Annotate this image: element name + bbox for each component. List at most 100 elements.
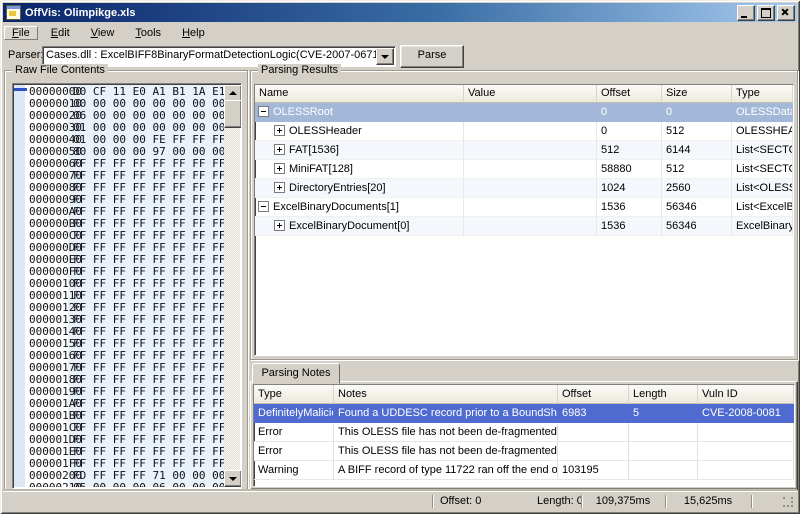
column-header-type[interactable]: Type [732,85,793,103]
node-value [464,103,597,122]
node-offset: 58880 [597,160,662,179]
parser-selected-value: Cases.dll : ExcelBIFF8BinaryFormatDetect… [46,49,377,61]
expander-icon[interactable] [258,106,269,117]
window-title: OffVis: Olimpikge.xls [25,7,135,19]
expander-icon[interactable] [274,182,285,193]
node-name: MiniFAT[128] [289,163,353,175]
expander-icon[interactable] [258,201,269,212]
expander-icon[interactable] [274,125,285,136]
status-bar: Offset: 0 Length: 0 109,375ms 15,625ms [3,491,797,511]
column-header-length[interactable]: Length [629,385,698,404]
node-value [464,160,597,179]
column-header-notes[interactable]: Notes [334,385,558,404]
expander-icon[interactable] [274,220,285,231]
results-row[interactable]: MiniFAT[128] 58880 512 List<SECTO... [255,160,793,179]
note-length: 5 [629,404,698,423]
note-text: This OLESS file has not been de-fragment… [334,423,558,442]
column-header-offset[interactable]: Offset [558,385,629,404]
results-row[interactable]: OLESSHeader 0 512 OLESSHEA... [255,122,793,141]
node-value [464,141,597,160]
menu-view[interactable]: View [83,26,123,40]
hex-viewer[interactable]: 00000000 D0 CF 11 E0 A1 B1 1A E1 0000001… [12,83,242,489]
menu-file[interactable]: File [4,26,38,40]
results-row[interactable]: ExcelBinaryDocuments[1] 1536 56346 List<… [255,198,793,217]
scrollbar-thumb[interactable] [224,100,242,128]
node-offset: 1024 [597,179,662,198]
hex-dump[interactable]: 00000000 D0 CF 11 E0 A1 B1 1A E1 0000001… [14,86,224,487]
node-offset: 0 [597,122,662,141]
node-value [464,217,597,236]
note-text: Found a UDDESC record prior to a BoundSh… [334,404,558,423]
results-row[interactable]: ExcelBinaryDocument[0] 1536 56346 ExcelB… [255,217,793,236]
column-header-name[interactable]: Name [255,85,464,103]
menu-edit[interactable]: Edit [43,26,78,40]
node-name: FAT[1536] [289,144,339,156]
node-value [464,179,597,198]
note-offset [558,442,629,461]
app-icon[interactable] [6,5,21,20]
status-offset: Offset: 0 [440,495,481,508]
note-type: DefinitelyMalicious [254,404,334,423]
column-header-offset[interactable]: Offset [597,85,662,103]
results-header-row: Name Value Offset Size Type [255,85,793,103]
results-row[interactable]: OLESSRoot 0 0 OLESSData... [255,103,793,122]
hex-scrollbar[interactable] [224,85,240,487]
maximize-icon [761,8,771,18]
node-size: 56346 [662,217,732,236]
node-offset: 0 [597,103,662,122]
parser-dropdown-button[interactable] [376,48,394,65]
node-type: List<SECTO... [732,160,793,179]
resize-grip[interactable] [783,497,795,509]
menu-help[interactable]: Help [174,26,213,40]
expander-icon[interactable] [274,144,285,155]
title-bar[interactable]: OffVis: Olimpikge.xls [3,3,797,22]
note-length [629,423,698,442]
note-type: Error [254,423,334,442]
node-size: 512 [662,122,732,141]
node-type: OLESSData... [732,103,793,122]
node-offset: 512 [597,141,662,160]
note-vuln-id [698,423,794,442]
expander-icon[interactable] [274,163,285,174]
scroll-down-button[interactable] [224,470,242,487]
hex-bytes: 05 00 00 00 06 00 00 00 [73,482,224,487]
note-row[interactable]: DefinitelyMalicious Found a UDDESC recor… [254,404,794,423]
node-name: OLESSHeader [289,125,362,137]
note-row[interactable]: Warning A BIFF record of type 11722 ran … [254,461,794,480]
status-render-time: 15,625ms [665,495,751,508]
node-size: 0 [662,103,732,122]
note-vuln-id [698,442,794,461]
column-header-vuln-id[interactable]: Vuln ID [698,385,794,404]
node-name: ExcelBinaryDocuments[1] [273,201,399,213]
note-row[interactable]: Error This OLESS file has not been de-fr… [254,423,794,442]
close-button[interactable] [777,5,795,21]
raw-file-contents-title: Raw File Contents [12,64,108,76]
status-parse-time: 109,375ms [581,495,665,508]
note-vuln-id [698,461,794,480]
node-type: List<OLESS... [732,179,793,198]
node-size: 6144 [662,141,732,160]
minimize-icon [741,16,747,18]
parse-button[interactable]: Parse [400,45,464,68]
parsing-results-title: Parsing Results [258,64,341,76]
node-name: OLESSRoot [273,106,333,118]
arrow-up-icon [229,91,237,95]
node-offset: 1536 [597,217,662,236]
tab-parsing-notes[interactable]: Parsing Notes [252,363,340,384]
menu-tools[interactable]: Tools [127,26,169,40]
results-row[interactable]: FAT[1536] 512 6144 List<SECTO... [255,141,793,160]
node-name: DirectoryEntries[20] [289,182,386,194]
hex-row[interactable]: 00000210 05 00 00 00 06 00 00 00 [14,482,224,487]
maximize-button[interactable] [757,5,775,21]
menu-bar: File Edit View Tools Help [4,24,796,42]
minimize-button[interactable] [737,5,755,21]
note-row[interactable]: Error This OLESS file has not been de-fr… [254,442,794,461]
column-header-value[interactable]: Value [464,85,597,103]
column-header-type[interactable]: Type [254,385,334,404]
results-row[interactable]: DirectoryEntries[20] 1024 2560 List<OLES… [255,179,793,198]
node-type: OLESSHEA... [732,122,793,141]
node-size: 2560 [662,179,732,198]
app-window: OffVis: Olimpikge.xls File Edit View Too… [0,0,800,514]
column-header-size[interactable]: Size [662,85,732,103]
note-length [629,442,698,461]
